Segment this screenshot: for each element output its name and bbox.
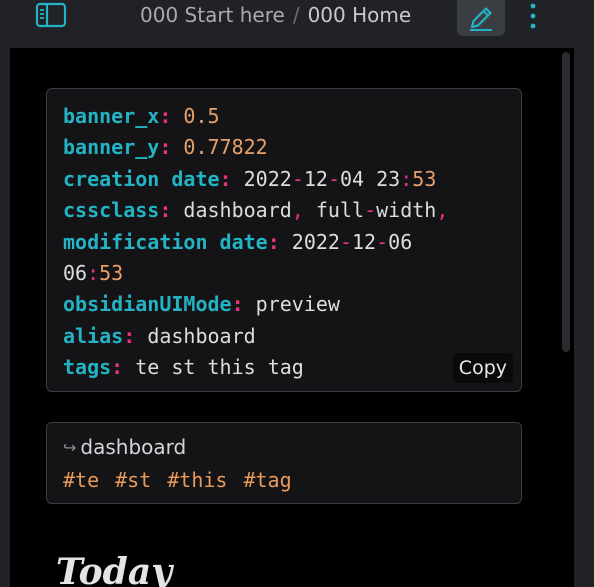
fm-value-hour: 06	[63, 261, 88, 286]
tag-link[interactable]: #this	[167, 468, 227, 492]
frontmatter-code-block: banner_x: 0.5 banner_y: 0.77822 creation…	[46, 88, 522, 392]
fm-value: dashboard	[147, 323, 256, 348]
fm-colon: :	[159, 135, 172, 160]
fm-line-alias: alias: dashboard	[63, 321, 505, 352]
fm-key: modification date	[63, 229, 268, 254]
fm-value-hour: 23	[376, 166, 401, 191]
left-gutter	[0, 48, 10, 587]
fm-value-minute: 53	[412, 166, 437, 191]
fm-colon: :	[159, 104, 172, 128]
fm-colon: :	[219, 166, 232, 191]
metadata-box: ↪ dashboard #te #st #this #tag	[46, 422, 522, 504]
fm-value: dashboard	[183, 198, 292, 223]
redirect-arrow-icon: ↪	[63, 437, 77, 457]
sidebar-icon	[35, 2, 67, 28]
tags-row: #te #st #this #tag	[63, 463, 505, 497]
fm-value-year: 2022	[291, 229, 340, 254]
fm-value-year: 2022	[243, 166, 292, 191]
fm-colon: :	[159, 198, 172, 223]
fm-value-day: 06	[388, 229, 413, 254]
fm-value-minute: 53	[99, 261, 124, 286]
fm-line-banner-y: banner_y: 0.77822	[63, 132, 505, 163]
fm-colon: :	[267, 229, 280, 254]
fm-line-modification-time: 06:53	[63, 261, 124, 286]
fm-value: preview	[255, 292, 340, 317]
breadcrumb-separator: /	[292, 3, 300, 27]
fm-colon: :	[111, 355, 124, 380]
scrollbar-thumb[interactable]	[562, 52, 570, 352]
fm-line-modification-date: modification date: 2022-12-06	[63, 229, 413, 254]
alias-link[interactable]: dashboard	[80, 435, 186, 459]
sidebar-toggle-button[interactable]	[34, 0, 68, 30]
fm-value-day: 04	[340, 166, 365, 191]
fm-value: 0.77822	[183, 135, 268, 160]
fm-key: alias	[63, 323, 124, 348]
fm-value: te st this tag	[135, 355, 304, 380]
fm-colon: :	[123, 323, 136, 348]
breadcrumb: 000 Start here / 000 Home	[140, 2, 411, 28]
app-window: 000 Start here / 000 Home banner_x: 0.5	[0, 0, 594, 587]
more-options-button[interactable]	[520, 0, 546, 32]
breadcrumb-current-file[interactable]: 000 Home	[308, 3, 412, 27]
today-heading: Today	[56, 551, 173, 587]
tag-link[interactable]: #tag	[243, 468, 291, 492]
fm-key: tags	[63, 355, 112, 380]
fm-line-creation-date: creation date: 2022-12-04 23:53	[63, 166, 437, 191]
fm-value-month: 12	[352, 229, 377, 254]
fm-value: full	[315, 198, 365, 223]
alias-row: ↪ dashboard	[63, 431, 505, 463]
fm-key: banner_x	[63, 104, 160, 128]
fm-key: cssclass	[63, 198, 160, 223]
tag-link[interactable]: #te	[63, 468, 99, 492]
fm-line-banner-x: banner_x: 0.5	[63, 101, 505, 132]
fm-value: 0.5	[183, 104, 220, 128]
breadcrumb-folder[interactable]: 000 Start here	[140, 3, 285, 27]
top-bar: 000 Start here / 000 Home	[0, 0, 594, 48]
fm-value: width	[376, 198, 437, 223]
copy-button[interactable]: Copy	[452, 353, 513, 383]
fm-value-month: 12	[303, 166, 328, 191]
fm-key: creation date	[63, 166, 220, 191]
fm-line-ui-mode: obsidianUIMode: preview	[63, 289, 505, 320]
pencil-icon	[470, 7, 492, 31]
fm-key: obsidianUIMode	[63, 292, 232, 317]
right-gutter	[574, 48, 594, 587]
edit-mode-button[interactable]	[457, 0, 505, 36]
fm-colon: :	[231, 292, 244, 317]
fm-line-tags: tags: te st this tag	[63, 352, 505, 383]
fm-line-cssclass: cssclass: dashboard, full-width,	[63, 198, 449, 223]
tag-link[interactable]: #st	[115, 468, 151, 492]
more-vertical-icon	[530, 3, 536, 29]
fm-key: banner_y	[63, 135, 160, 160]
